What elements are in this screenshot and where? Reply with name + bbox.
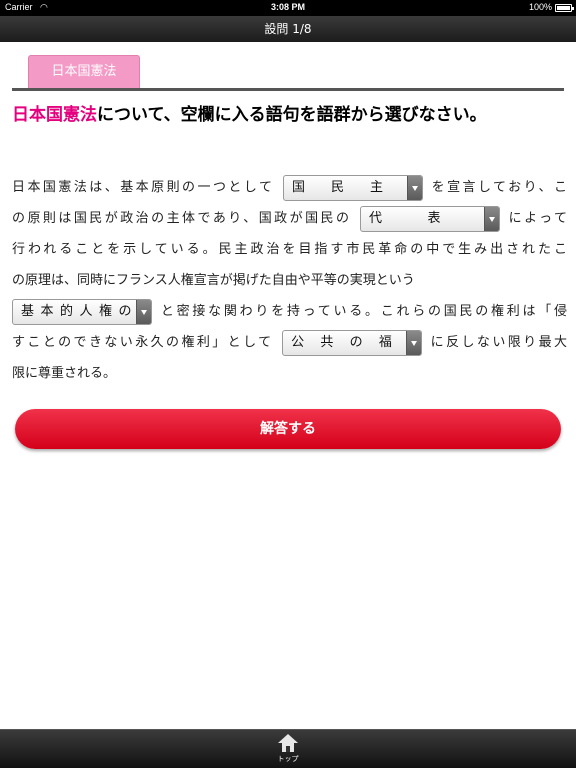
chevron-down-icon — [407, 175, 423, 200]
chevron-down-icon — [406, 330, 422, 355]
passage-line: すことのできない永久の権利」として 公共の福祉 に反しない限り最大 — [12, 327, 567, 358]
tab-top[interactable]: トップ — [268, 734, 308, 766]
blank-select-4[interactable]: 公共の福祉 — [282, 329, 423, 356]
answer-button[interactable]: 解答する — [15, 409, 561, 449]
passage-text: の原則は国民が政治の主体であり、国政が国民の — [12, 211, 352, 226]
tab-bar: トップ — [0, 729, 576, 768]
battery-fill — [557, 6, 570, 10]
category-tab: 日本国憲法 — [28, 55, 140, 88]
blank-select-value: 代表者 — [369, 210, 500, 226]
category-divider — [12, 88, 564, 91]
blank-select-value: 公共の福祉 — [291, 334, 422, 350]
question-title: 日本国憲法について、空欄に入る語句を語群から選びなさい。 — [12, 103, 567, 128]
passage-text: に反しない限り最大 — [430, 335, 567, 350]
home-icon — [278, 734, 298, 752]
passage-text: 行われることを示している。民主政治を目指す市民革命の中で生み出されたこ — [12, 242, 567, 257]
passage-line: の原理は、同時にフランス人権宣言が掲げた自由や平等の実現という — [12, 265, 567, 296]
blank-select-value: 基本的人権の尊 — [21, 303, 151, 319]
passage-text: 限に尊重される。 — [12, 366, 117, 381]
category-header: 日本国憲法 — [0, 42, 576, 92]
blank-select-3[interactable]: 基本的人権の尊 — [12, 298, 152, 325]
tab-top-label: トップ — [277, 755, 299, 763]
passage-text: を宣言しており、こ — [431, 180, 567, 195]
battery-icon — [555, 4, 574, 12]
question-passage: 日本国憲法は、基本原則の一つとして 国民主権 を宣言しており、こ の原則は国民が… — [12, 172, 567, 389]
blank-select-1[interactable]: 国民主権 — [283, 174, 424, 201]
status-time: 3:08 PM — [270, 2, 305, 12]
passage-line: 基本的人権の尊 と密接な関わりを持っている。これらの国民の権利は「侵 — [12, 296, 567, 327]
passage-line: 限に尊重される。 — [12, 358, 567, 389]
status-bar: Carrier ◠ 3:08 PM 100% — [0, 0, 576, 16]
passage-line: 行われることを示している。民主政治を目指す市民革命の中で生み出されたこ — [12, 234, 567, 265]
passage-line: の原則は国民が政治の主体であり、国政が国民の 代表者 によって — [12, 203, 567, 234]
blank-select-2[interactable]: 代表者 — [360, 205, 501, 232]
passage-line: 日本国憲法は、基本原則の一つとして 国民主権 を宣言しており、こ — [12, 172, 567, 203]
passage-text: と密接な関わりを持っている。これらの国民の権利は「侵 — [160, 304, 567, 319]
passage-text: によって — [508, 211, 567, 226]
question-subject: 日本国憲法 — [12, 105, 97, 125]
chevron-down-icon — [136, 299, 151, 324]
blank-select-value: 国民主権 — [292, 179, 423, 195]
passage-text: すことのできない永久の権利」として — [12, 335, 274, 350]
chevron-down-icon — [484, 206, 500, 231]
question-text: について、空欄に入る語句を語群から選びなさい。 — [97, 105, 487, 125]
passage-text: の原理は、同時にフランス人権宣言が掲げた自由や平等の実現という — [12, 273, 415, 288]
nav-title: 設問 1/8 — [264, 22, 312, 36]
battery-percent: 100% — [528, 2, 552, 12]
passage-text: 日本国憲法は、基本原則の一つとして — [12, 180, 275, 195]
nav-bar: 設問 1/8 — [0, 16, 576, 42]
